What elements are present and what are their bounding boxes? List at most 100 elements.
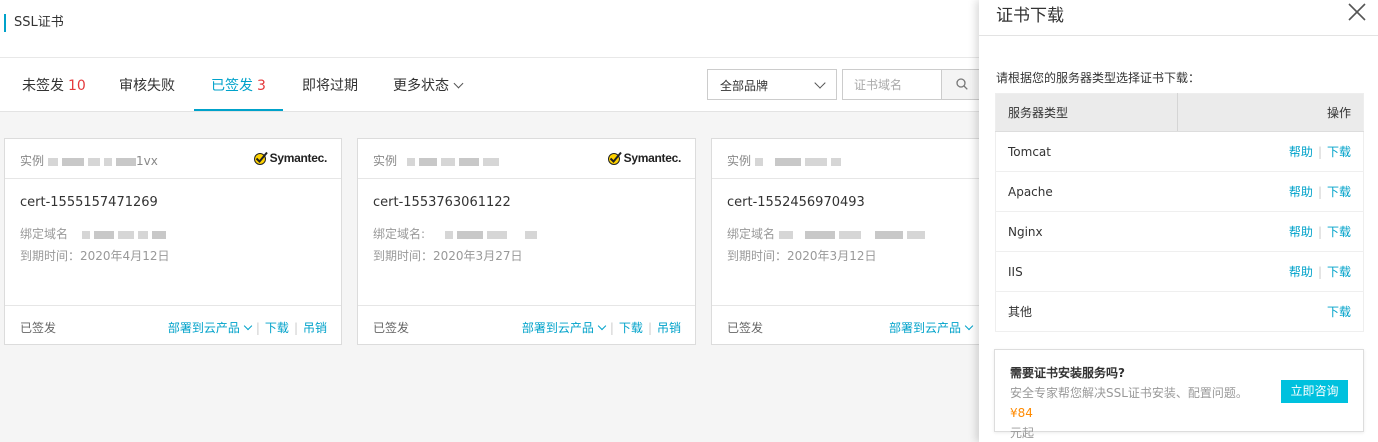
- tab-label: 即将过期: [302, 78, 358, 94]
- page-title: SSL证书: [14, 15, 64, 30]
- expiry-date: 到期时间：2020年3月27日: [373, 247, 522, 264]
- download-link[interactable]: 下载: [265, 321, 289, 335]
- expiry-value: 2020年3月12日: [787, 249, 877, 263]
- row-actions: 帮助 | 下载: [1177, 171, 1364, 212]
- promo-price: ¥84: [1010, 406, 1033, 420]
- table-row: 其他 下载: [995, 291, 1364, 332]
- drawer-title: 证书下载: [996, 6, 1064, 26]
- tab-unissued[interactable]: 未签发 10: [22, 76, 86, 96]
- close-icon: [1348, 3, 1366, 21]
- status-text: 已签发: [373, 321, 410, 335]
- table-row: Tomcat 帮助 | 下载: [995, 131, 1364, 172]
- revoke-link[interactable]: 吊销: [303, 321, 327, 335]
- instance-label: 实例: [373, 154, 398, 168]
- help-link[interactable]: 帮助: [1289, 225, 1313, 239]
- expiry-label: 到期时间：: [20, 249, 81, 263]
- tab-label: 审核失败: [119, 78, 175, 94]
- drawer-arrow: [970, 221, 979, 241]
- domain-label: 绑定域名: [727, 227, 776, 241]
- download-link[interactable]: 下载: [1327, 145, 1351, 159]
- col-header-server-type: 服务器类型: [995, 93, 1179, 132]
- tab-label: 已签发: [211, 78, 253, 94]
- chevron-down-icon: [814, 77, 826, 89]
- table-row: Apache 帮助 | 下载: [995, 171, 1364, 212]
- promo-description: 安全专家帮您解决SSL证书安装、配置问题。 ¥84 元起: [1010, 383, 1260, 442]
- download-link[interactable]: 下载: [619, 321, 643, 335]
- card-actions: 部署到云产品: [889, 319, 974, 336]
- instance-id: 实例: [373, 152, 500, 169]
- row-actions: 帮助 | 下载: [1177, 131, 1364, 172]
- server-type: Apache: [995, 171, 1178, 212]
- expiry-label: 到期时间：: [727, 249, 788, 263]
- download-link[interactable]: 下载: [1327, 185, 1351, 199]
- brand-name: Symantec.: [269, 151, 328, 165]
- tab-review-failed[interactable]: 审核失败: [119, 76, 175, 96]
- status-text: 已签发: [20, 321, 57, 335]
- deploy-button[interactable]: 部署到云产品: [521, 321, 607, 335]
- brand-name: Symantec.: [623, 151, 682, 165]
- deploy-button[interactable]: 部署到云产品: [168, 321, 253, 335]
- bound-domain: 绑定域名: [727, 225, 926, 242]
- tab-count: 10: [68, 78, 86, 94]
- close-button[interactable]: [1348, 3, 1366, 24]
- title-accent-bar: [4, 14, 6, 32]
- promo-price-unit: 元起: [1010, 426, 1035, 440]
- consult-now-button[interactable]: 立即咨询: [1281, 380, 1348, 403]
- tab-expiring[interactable]: 即将过期: [302, 76, 358, 96]
- domain-search-input[interactable]: [842, 69, 942, 100]
- download-link[interactable]: 下载: [1327, 305, 1351, 319]
- checkmark-icon: [607, 151, 622, 165]
- cert-card: 实例 1vx Symantec. cert-1555157471269 绑定域名 …: [4, 138, 342, 345]
- deploy-label: 部署到云产品: [521, 321, 594, 335]
- search-icon: [956, 78, 968, 90]
- card-actions: 部署到云产品 | 下载 | 吊销: [167, 321, 327, 335]
- search-button[interactable]: [941, 69, 981, 100]
- download-instruction: 请根据您的服务器类型选择证书下载：: [996, 71, 1201, 85]
- tab-count: 3: [257, 78, 266, 94]
- cert-name: cert-1552456970493: [727, 195, 865, 210]
- deploy-button[interactable]: 部署到云产品: [889, 321, 974, 335]
- chevron-down-icon: [597, 321, 607, 331]
- checkmark-icon: [253, 151, 268, 165]
- row-actions: 下载: [1177, 291, 1364, 332]
- tab-label: 未签发: [22, 78, 64, 94]
- help-link[interactable]: 帮助: [1289, 265, 1313, 279]
- help-link[interactable]: 帮助: [1289, 145, 1313, 159]
- expiry-value: 2020年4月12日: [80, 249, 170, 263]
- row-actions: 帮助 | 下载: [1177, 251, 1364, 292]
- instance-suffix: 1vx: [136, 154, 158, 168]
- download-link[interactable]: 下载: [1327, 225, 1351, 239]
- chevron-down-icon: [453, 78, 464, 89]
- server-type: IIS: [995, 251, 1178, 292]
- cert-card: 实例 Symantec. cert-1553763061122 绑定域名: 到期…: [357, 138, 696, 345]
- instance-id: 实例 1vx: [20, 152, 158, 169]
- cert-download-drawer: 证书下载 请根据您的服务器类型选择证书下载： 服务器类型 操作 Tomcat 帮…: [979, 0, 1378, 442]
- col-header-action: 操作: [1177, 93, 1364, 132]
- expiry-date: 到期时间：2020年4月12日: [20, 247, 169, 264]
- download-link[interactable]: 下载: [1327, 265, 1351, 279]
- help-link[interactable]: 帮助: [1289, 185, 1313, 199]
- card-header: 实例: [712, 139, 1000, 179]
- chevron-down-icon: [243, 321, 253, 331]
- brand-select-value: 全部品牌: [720, 79, 769, 93]
- server-type-table: 服务器类型 操作 Tomcat 帮助 | 下载 Apache 帮助 | 下载 Nginx…: [995, 93, 1364, 332]
- tab-issued[interactable]: 已签发 3: [211, 76, 266, 96]
- server-type: Nginx: [995, 211, 1178, 252]
- card-footer: 已签发 部署到云产品: [712, 305, 1000, 345]
- active-tab-indicator: [194, 109, 283, 111]
- card-header: 实例 1vx Symantec.: [5, 139, 341, 179]
- server-type: 其他: [995, 291, 1178, 332]
- card-actions: 部署到云产品 | 下载 | 吊销: [521, 321, 681, 335]
- table-row: IIS 帮助 | 下载: [995, 251, 1364, 292]
- drawer-header: 证书下载: [979, 0, 1378, 36]
- domain-label: 绑定域名:: [373, 227, 426, 241]
- bound-domain: 绑定域名: [20, 225, 167, 242]
- table-row: Nginx 帮助 | 下载: [995, 211, 1364, 252]
- instance-label: 实例: [727, 154, 752, 168]
- expiry-value: 2020年3月27日: [433, 249, 523, 263]
- tab-more-status[interactable]: 更多状态: [393, 76, 464, 96]
- revoke-link[interactable]: 吊销: [657, 321, 681, 335]
- instance-label: 实例: [20, 154, 45, 168]
- brand-select[interactable]: 全部品牌: [707, 69, 837, 100]
- install-service-promo: 需要证书安装服务吗? 安全专家帮您解决SSL证书安装、配置问题。 ¥84 元起 立即…: [994, 349, 1364, 440]
